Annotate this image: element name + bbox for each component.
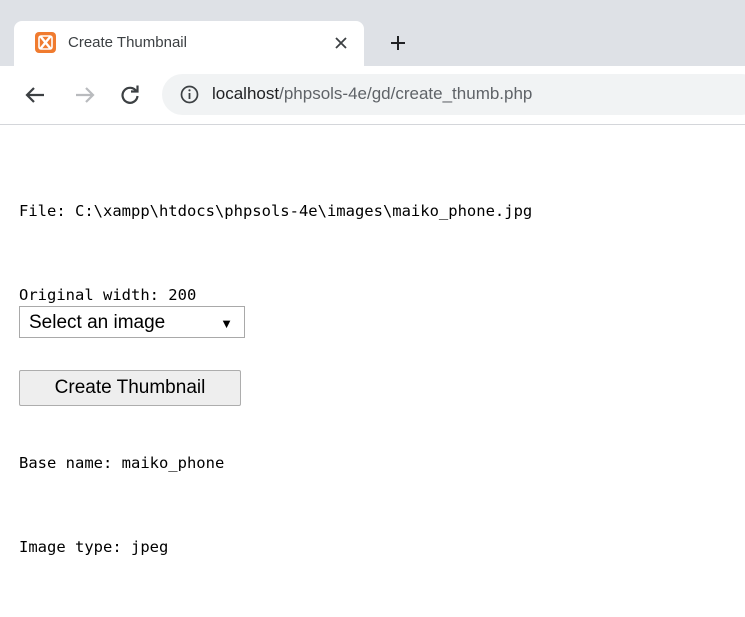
forward-arrow-icon[interactable] xyxy=(72,83,96,107)
tab-title: Create Thumbnail xyxy=(68,34,187,51)
file-path-line: File: C:\xampp\htdocs\phpsols-4e\images\… xyxy=(19,202,533,220)
select-value: Select an image xyxy=(29,312,166,333)
url-host: localhost xyxy=(212,84,280,103)
address-bar[interactable]: localhost/phpsols-4e/gd/create_thumb.php xyxy=(162,74,745,115)
tab-strip: Create Thumbnail xyxy=(0,0,745,66)
reload-icon[interactable] xyxy=(118,83,142,107)
browser-toolbar: localhost/phpsols-4e/gd/create_thumb.php xyxy=(0,66,745,125)
url-path: /phpsols-4e/gd/create_thumb.php xyxy=(279,84,533,103)
base-name-line: Base name: maiko_phone xyxy=(19,454,225,472)
xampp-icon xyxy=(35,32,56,53)
create-thumbnail-button[interactable]: Create Thumbnail xyxy=(19,370,241,406)
tab-create-thumbnail[interactable]: Create Thumbnail xyxy=(14,21,364,66)
url-text[interactable]: localhost/phpsols-4e/gd/create_thumb.php xyxy=(212,84,532,104)
image-select[interactable]: Select an image ▼ xyxy=(19,306,245,338)
dropdown-arrow-icon: ▼ xyxy=(220,316,233,331)
plus-icon[interactable] xyxy=(388,33,408,53)
original-width-line: Original width: 200 xyxy=(19,286,197,304)
back-arrow-icon[interactable] xyxy=(24,83,48,107)
image-type-line: Image type: jpeg xyxy=(19,538,169,556)
info-icon[interactable] xyxy=(180,85,199,104)
close-icon[interactable] xyxy=(331,33,351,53)
